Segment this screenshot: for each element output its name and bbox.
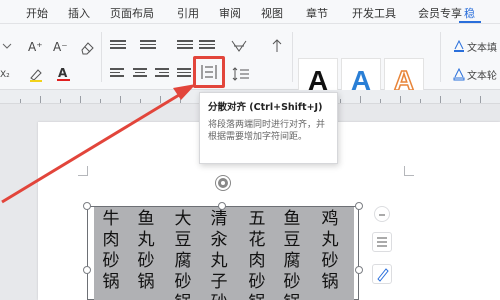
- text-column-4: 清汆丸子砂: [210, 209, 228, 300]
- resize-handle[interactable]: [218, 202, 226, 210]
- layout-options-icon[interactable]: [372, 232, 392, 252]
- resize-handle[interactable]: [83, 202, 91, 210]
- text-column-2: 鱼丸砂锅: [137, 209, 155, 292]
- resize-handle[interactable]: [355, 202, 363, 210]
- resize-handle[interactable]: [83, 266, 91, 274]
- text-column-5: 五花肉砂锅: [248, 209, 266, 300]
- collapse-button[interactable]: [374, 206, 390, 222]
- text-column-7: 鸡丸砂锅: [321, 209, 339, 292]
- text-column-6: 鱼豆腐砂锅: [283, 209, 301, 300]
- rotate-handle[interactable]: [216, 176, 230, 190]
- resize-handle[interactable]: [355, 266, 363, 274]
- pen-icon[interactable]: [372, 264, 392, 284]
- text-column-1: 牛肉砂锅: [102, 209, 120, 292]
- tooltip-description: 将段落两端同时进行对齐，并根据需要增加字符间距。: [208, 120, 326, 142]
- text-column-3: 大豆腐砂锅: [174, 209, 192, 300]
- tooltip: 分散对齐 (Ctrl+Shift+J) 将段落两端同时进行对齐，并根据需要增加字…: [199, 92, 338, 164]
- text-box[interactable]: 牛肉砂锅 鱼丸砂锅 大豆腐砂锅 清汆丸子砂 五花肉砂锅 鱼豆腐砂锅 鸡丸砂锅: [87, 206, 359, 300]
- tooltip-title: 分散对齐 (Ctrl+Shift+J): [208, 102, 323, 113]
